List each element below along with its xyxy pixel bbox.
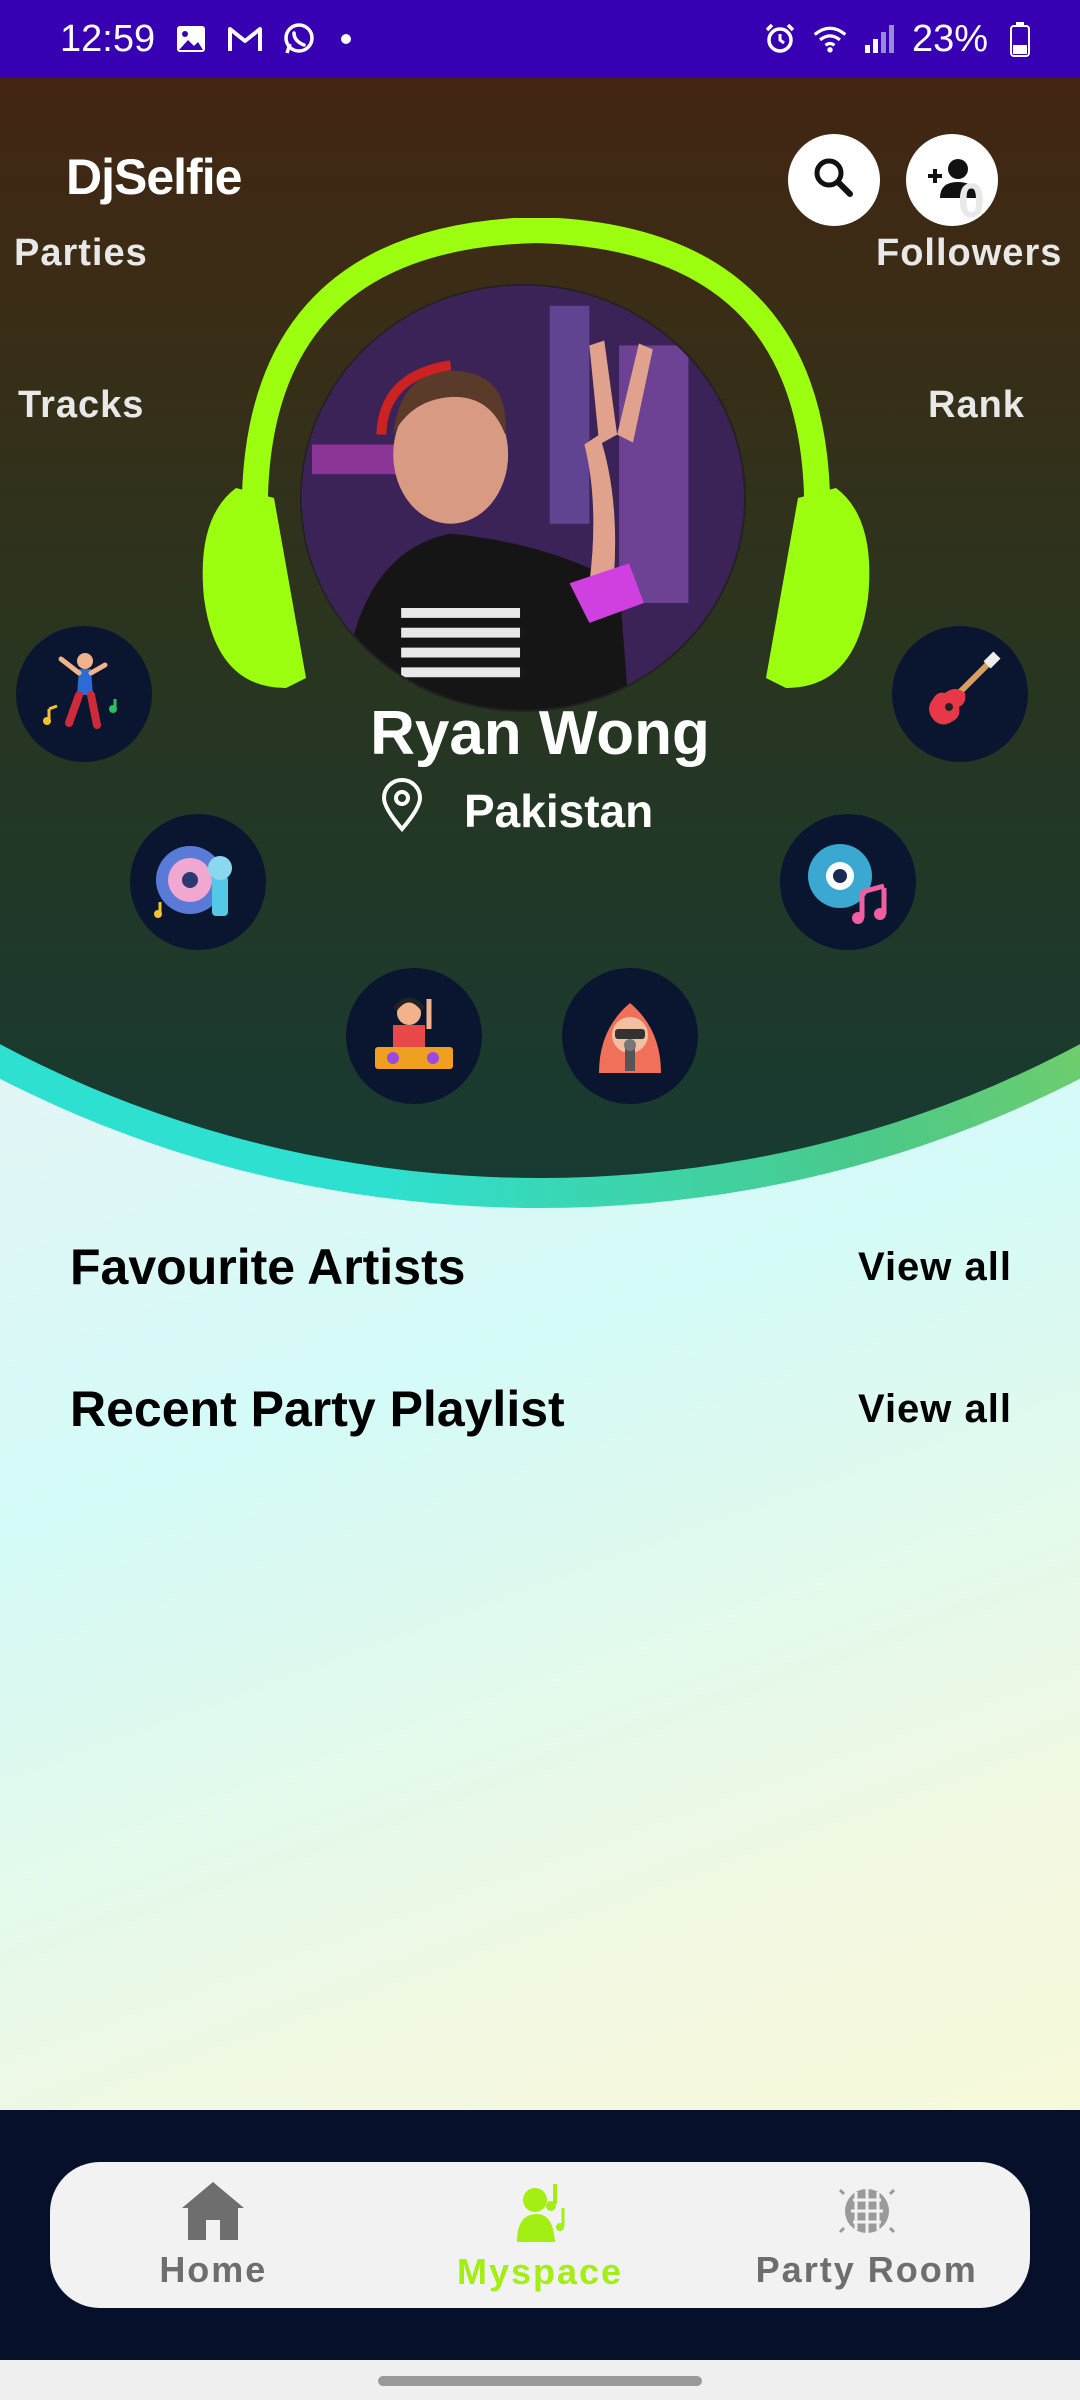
recent-playlist-title: Recent Party Playlist — [70, 1381, 565, 1437]
search-button[interactable] — [788, 134, 880, 226]
profile-hero: DjSelfie Parties Tracks 0 Followers Rank… — [0, 78, 1080, 1208]
nav-label-home: Home — [159, 2248, 268, 2290]
gallery-icon — [173, 21, 209, 57]
singer-icon — [585, 989, 675, 1084]
recent-playlist-section: Recent Party Playlist View all — [70, 1380, 1012, 1438]
myspace-icon — [507, 2178, 573, 2249]
nav-item-myspace[interactable]: Myspace — [377, 2162, 704, 2308]
signal-icon — [862, 21, 898, 57]
dj-icon — [369, 989, 459, 1084]
favourite-artists-section: Favourite Artists View all — [70, 1238, 1012, 1296]
nav-label-party-room: Party Room — [755, 2248, 978, 2290]
nav-item-party-room[interactable]: Party Room — [703, 2162, 1030, 2308]
genre-dancer-button[interactable] — [16, 626, 152, 762]
genre-vinyl-button[interactable] — [130, 814, 266, 950]
nav-label-myspace: Myspace — [456, 2250, 624, 2292]
recent-playlist-view-all[interactable]: View all — [858, 1387, 1012, 1432]
genre-music-disc-button[interactable] — [780, 814, 916, 950]
vinyl-microphone-icon — [150, 832, 246, 933]
gmail-icon — [227, 21, 263, 57]
user-location: Pakistan — [380, 778, 653, 843]
status-time: 12:59 — [60, 17, 156, 60]
battery-percentage: 23% — [911, 17, 988, 60]
battery-icon — [1002, 21, 1038, 57]
app-logo: DjSelfie — [66, 149, 242, 205]
search-icon — [809, 153, 859, 208]
status-bar: 12:59 23% — [0, 0, 1080, 78]
followers-count: 0 — [958, 175, 985, 228]
party-room-icon — [834, 2180, 900, 2247]
tracks-label[interactable]: Tracks — [18, 384, 144, 427]
nav-item-home[interactable]: Home — [50, 2162, 377, 2308]
favourite-artists-title: Favourite Artists — [70, 1239, 466, 1295]
alarm-icon — [762, 21, 798, 57]
genre-guitar-button[interactable] — [892, 626, 1028, 762]
whatsapp-icon — [281, 21, 317, 57]
dancer-icon — [39, 647, 129, 742]
home-gesture-bar[interactable] — [378, 2376, 702, 2386]
dot-icon — [341, 34, 352, 44]
system-gesture-area — [0, 2360, 1080, 2400]
location-text: Pakistan — [464, 784, 654, 837]
guitar-icon — [915, 647, 1005, 742]
location-pin-icon — [380, 778, 424, 843]
home-icon — [180, 2180, 246, 2247]
parties-label[interactable]: Parties — [14, 232, 148, 275]
favourite-artists-view-all[interactable]: View all — [858, 1245, 1012, 1290]
profile-photo[interactable] — [300, 284, 746, 712]
wifi-icon — [812, 21, 848, 57]
followers-label[interactable]: Followers — [876, 232, 1062, 275]
profile-photo-image — [302, 286, 744, 710]
rank-label[interactable]: Rank — [928, 384, 1025, 427]
bottom-nav-pill: Home Myspace Party Room — [50, 2162, 1030, 2308]
genre-dj-button[interactable] — [346, 968, 482, 1104]
bottom-navigation: Home Myspace Party Room — [0, 2110, 1080, 2360]
music-disc-icon — [800, 832, 896, 933]
genre-singer-button[interactable] — [562, 968, 698, 1104]
